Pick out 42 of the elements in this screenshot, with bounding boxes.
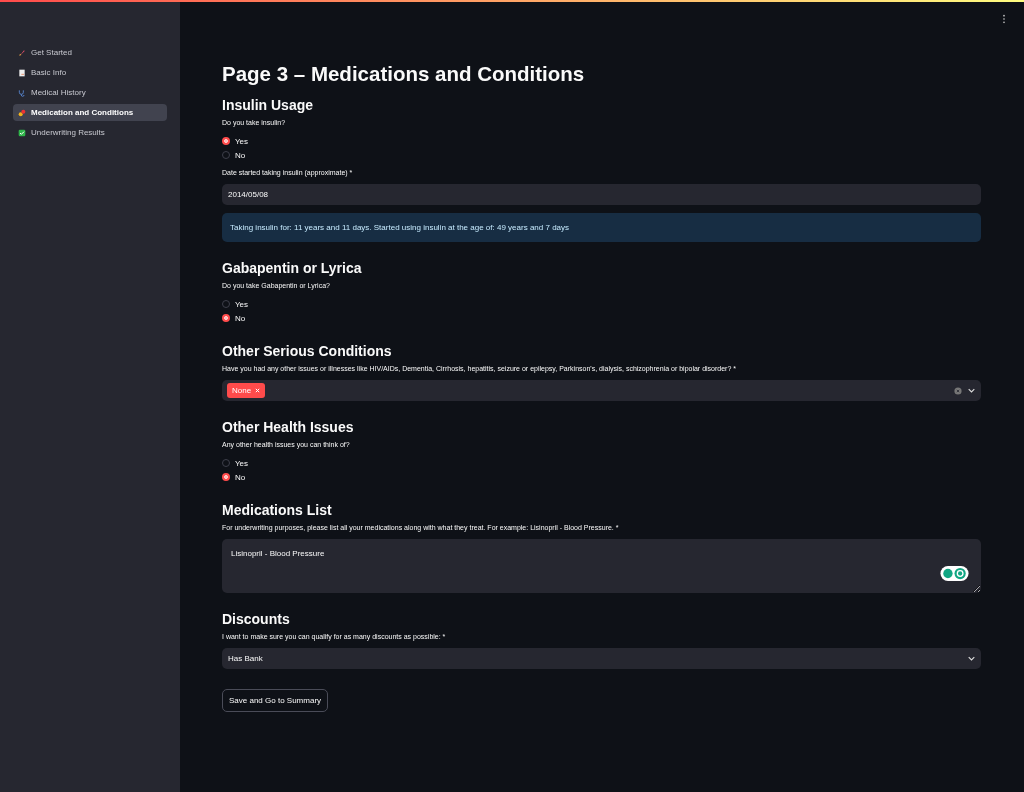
pill-icon	[18, 108, 26, 117]
radio-option[interactable]: No	[222, 148, 246, 162]
radio-icon[interactable]	[222, 314, 230, 322]
page-title: Page 3 – Medications and Conditions	[222, 62, 585, 86]
radio-option[interactable]: Yes	[222, 134, 249, 148]
option-label: No	[235, 472, 246, 482]
stethoscope-icon	[18, 88, 26, 97]
radio-option[interactable]: Yes	[222, 297, 249, 311]
sidebar-item[interactable]: Medication and Conditions	[13, 104, 167, 121]
section-heading: Other Health Issues	[222, 419, 355, 435]
section-heading: Medications List	[222, 502, 333, 518]
select-field[interactable]: Has Bank	[222, 648, 981, 669]
menu-icon[interactable]	[1002, 14, 1006, 24]
section-heading: Other Serious Conditions	[222, 343, 393, 359]
option-label: Yes	[235, 136, 249, 146]
radio-icon[interactable]	[222, 137, 230, 145]
check-icon	[18, 128, 26, 137]
document-icon	[18, 68, 26, 77]
sidebar-item[interactable]: Medical History	[13, 84, 167, 101]
section-heading: Gabapentin or Lyrica	[222, 260, 363, 276]
text-area[interactable]: Lisinopril - Blood Pressure	[222, 539, 981, 593]
option-label: Yes	[235, 299, 249, 309]
info-message: Taking insulin for: 11 years and 11 days. Started using insulin at the age of: 49 years and 7 days	[222, 213, 981, 242]
chevron-down-icon[interactable]	[968, 388, 975, 393]
date-field[interactable]: 2014/05/08	[222, 184, 981, 205]
sidebar-item[interactable]: Get Started	[13, 44, 167, 61]
sidebar-item[interactable]: Underwriting Results	[13, 124, 167, 141]
option-label: Yes	[235, 458, 249, 468]
radio-icon[interactable]	[222, 473, 230, 481]
radio-option[interactable]: No	[222, 470, 246, 484]
save-button[interactable]: Save and Go to Summary	[222, 689, 329, 712]
option-label: No	[235, 313, 246, 323]
section-heading: Discounts	[222, 611, 291, 627]
rocket-icon	[18, 48, 26, 57]
chevron-down-icon[interactable]	[968, 656, 975, 661]
section-heading: Insulin Usage	[222, 97, 315, 113]
sidebar-item[interactable]: Basic Info	[13, 64, 167, 81]
remove-icon[interactable]	[255, 388, 261, 393]
radio-option[interactable]: Yes	[222, 456, 249, 470]
option-label: No	[235, 150, 246, 160]
radio-option[interactable]: No	[222, 311, 246, 325]
clear-icon[interactable]	[954, 386, 962, 395]
